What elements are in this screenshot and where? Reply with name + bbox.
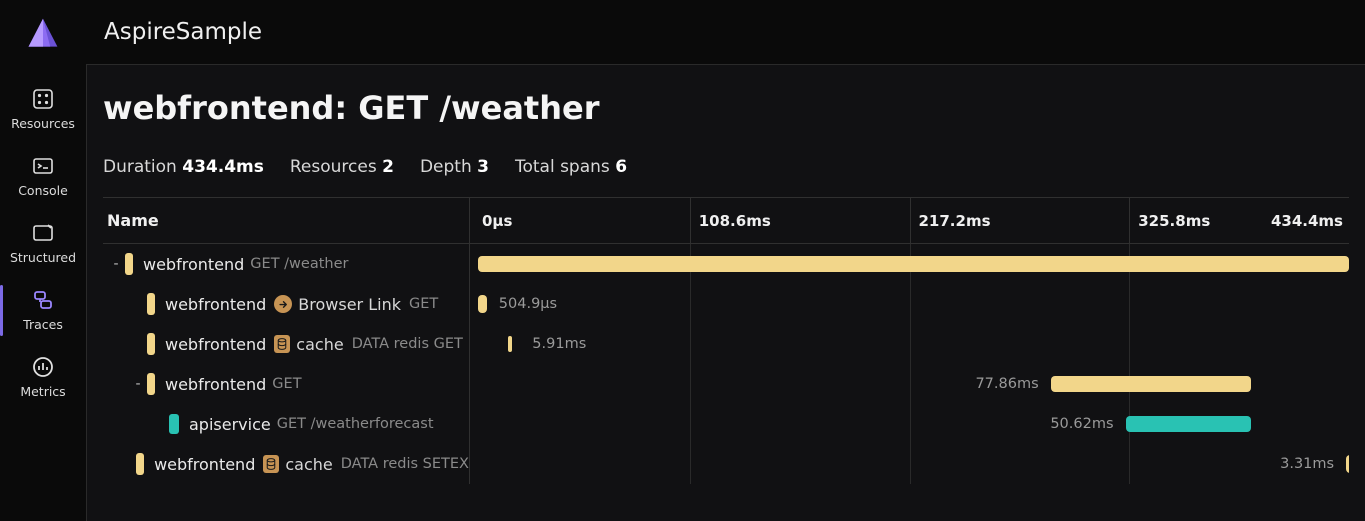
span-duration-label: 5.91ms	[532, 336, 586, 352]
span-meta: DATA redis GET	[352, 336, 463, 352]
span-resource: webfrontend	[143, 255, 244, 274]
span-resource: webfrontend	[154, 455, 255, 474]
sidebar-item-metrics[interactable]: Metrics	[0, 344, 86, 411]
trace-row[interactable]: - webfrontend GET /weather	[103, 244, 1349, 284]
resource-chip	[125, 253, 133, 275]
resource-chip	[147, 333, 155, 355]
sidebar-item-label: Console	[18, 183, 68, 198]
timeline-tick: 325.8ms	[1129, 198, 1210, 243]
metrics-icon	[30, 354, 56, 380]
trace-row[interactable]: -webfrontendBrowser LinkGET504.9µs	[103, 284, 1349, 324]
span-meta: GET	[272, 376, 301, 392]
summary-resources: Resources 2	[290, 157, 394, 177]
span-meta: GET /weather	[250, 256, 348, 272]
span-meta: DATA redis SETEX	[341, 456, 469, 472]
database-icon	[274, 335, 290, 353]
timeline-tick: 0µs	[470, 198, 512, 243]
summary-depth: Depth 3	[420, 157, 489, 177]
sidebar-item-console[interactable]: Console	[0, 143, 86, 210]
trace-row[interactable]: -apiserviceGET /weatherforecast50.62ms	[103, 404, 1349, 444]
console-icon	[30, 153, 56, 179]
trace-row[interactable]: -webfrontendcacheDATA redis GET5.91ms	[103, 324, 1349, 364]
summary-duration: Duration 434.4ms	[103, 157, 264, 177]
trace-table: Name 0µs 108.6ms 217.2ms 325.8ms 434.4ms - we…	[103, 197, 1349, 513]
span-resource: webfrontend	[165, 295, 266, 314]
span-name-cell: - webfrontend GET /weather	[103, 244, 469, 284]
expander-toggle[interactable]: -	[131, 376, 145, 392]
sidebar-item-label: Metrics	[20, 384, 65, 399]
col-header-timeline: 0µs 108.6ms 217.2ms 325.8ms 434.4ms	[469, 198, 1349, 243]
arrow-right-icon	[274, 295, 292, 313]
sidebar-item-structured[interactable]: Structured	[0, 210, 86, 277]
sidebar-item-label: Structured	[10, 250, 76, 265]
span-name-cell: - webfrontend GET	[103, 364, 469, 404]
span-meta: GET /weatherforecast	[277, 416, 434, 432]
span-meta: GET	[409, 296, 438, 312]
col-header-name[interactable]: Name	[103, 211, 469, 230]
brand-logo-icon	[23, 14, 63, 54]
span-duration-label: 50.62ms	[1050, 416, 1113, 432]
main-panel: AspireSample webfrontend: GET /weather D…	[86, 0, 1365, 521]
span-timeline-cell: 50.62ms	[469, 404, 1349, 444]
span-duration-label: 77.86ms	[975, 376, 1038, 392]
span-name-cell: -webfrontendcacheDATA redis GET	[103, 324, 469, 364]
resource-chip	[147, 293, 155, 315]
span-bar	[1051, 376, 1251, 392]
span-bar	[508, 336, 512, 352]
span-bar	[1126, 416, 1252, 432]
span-name-cell: -webfrontendcacheDATA redis SETEX	[103, 444, 469, 484]
database-icon	[263, 455, 279, 473]
topbar: AspireSample	[86, 0, 1365, 64]
structured-icon	[30, 220, 56, 246]
resource-chip	[169, 414, 179, 434]
span-bar	[478, 256, 1349, 272]
span-resource: webfrontend	[165, 335, 266, 354]
sidebar: Resources Console Structured	[0, 0, 86, 521]
sidebar-item-label: Resources	[11, 116, 75, 131]
span-duration-label: 3.31ms	[1280, 456, 1334, 472]
expander-toggle[interactable]: -	[109, 256, 123, 272]
resource-chip	[136, 453, 144, 475]
sidebar-item-label: Traces	[23, 317, 63, 332]
trace-header: Name 0µs 108.6ms 217.2ms 325.8ms 434.4ms	[103, 198, 1349, 244]
app-title: AspireSample	[104, 19, 262, 45]
sidebar-item-traces[interactable]: Traces	[0, 277, 86, 344]
span-timeline-cell	[469, 244, 1349, 284]
span-resource: apiservice	[189, 415, 271, 434]
span-name-cell: -webfrontendBrowser LinkGET	[103, 284, 469, 324]
traces-icon	[30, 287, 56, 313]
span-duration-label: 504.9µs	[499, 296, 557, 312]
sidebar-item-resources[interactable]: Resources	[0, 76, 86, 143]
summary-row: Duration 434.4ms Resources 2 Depth 3 Tot…	[103, 157, 1349, 177]
grid-icon	[30, 86, 56, 112]
span-bar	[478, 295, 487, 313]
span-timeline-cell: 504.9µs	[469, 284, 1349, 324]
page-title: webfrontend: GET /weather	[103, 89, 1349, 127]
span-sub: cache	[296, 335, 343, 354]
resource-chip	[147, 373, 155, 395]
timeline-tick: 217.2ms	[910, 198, 991, 243]
span-sub: cache	[285, 455, 332, 474]
span-resource: webfrontend	[165, 375, 266, 394]
timeline-tick: 108.6ms	[690, 198, 771, 243]
span-sub: Browser Link	[298, 295, 401, 314]
span-timeline-cell: 5.91ms	[469, 324, 1349, 364]
content: webfrontend: GET /weather Duration 434.4…	[86, 64, 1365, 521]
timeline-tick: 434.4ms	[1271, 198, 1349, 243]
trace-row[interactable]: - webfrontend GET 77.86ms	[103, 364, 1349, 404]
span-timeline-cell: 3.31ms	[469, 444, 1349, 484]
span-timeline-cell: 77.86ms	[469, 364, 1349, 404]
trace-row[interactable]: -webfrontendcacheDATA redis SETEX3.31ms	[103, 444, 1349, 484]
summary-spans: Total spans 6	[515, 157, 627, 177]
span-bar	[1346, 455, 1349, 473]
trace-body: - webfrontend GET /weather - webfrontend Brow…	[103, 244, 1349, 513]
span-name-cell: -apiserviceGET /weatherforecast	[103, 404, 469, 444]
